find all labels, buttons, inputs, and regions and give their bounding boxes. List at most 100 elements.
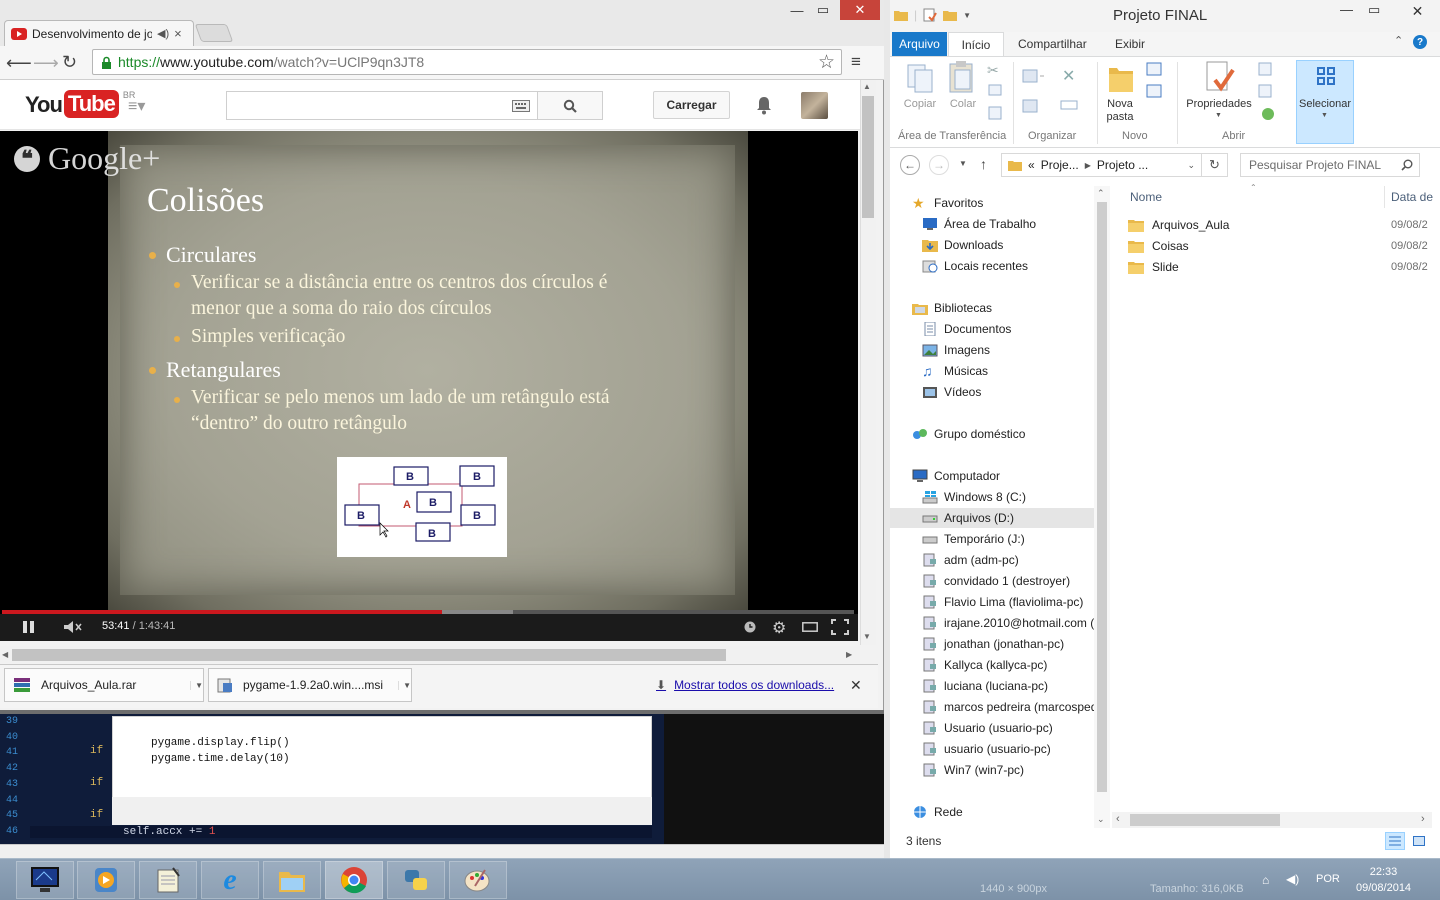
nav-downloads[interactable]: Downloads xyxy=(890,235,1094,255)
pause-icon[interactable] xyxy=(22,620,36,634)
dropdown-arrow-icon[interactable]: ▼ xyxy=(1215,112,1222,119)
avatar[interactable] xyxy=(801,92,828,119)
tab-close-icon[interactable]: × xyxy=(174,26,182,41)
youtube-logo[interactable]: You Tube BR xyxy=(25,90,135,118)
cut-icon[interactable]: ✂ xyxy=(987,62,999,79)
dropdown-arrow-icon[interactable]: ▼ xyxy=(190,680,203,690)
notifications-bell-icon[interactable] xyxy=(755,95,773,115)
dropdown-arrow-icon[interactable]: ▼ xyxy=(398,680,411,690)
maximize-button[interactable]: ▭ xyxy=(1368,2,1380,18)
tab-compartilhar[interactable]: Compartilhar xyxy=(1018,37,1087,51)
back-arrow-icon[interactable]: ⟵ xyxy=(6,53,32,74)
download-item[interactable]: Arquivos_Aula.rar ▼ xyxy=(4,668,204,702)
taskbar-internet-explorer[interactable]: e xyxy=(201,861,259,899)
paste-button[interactable]: Colar xyxy=(946,98,980,111)
move-to-icon[interactable] xyxy=(1022,68,1046,84)
copy-to-icon[interactable] xyxy=(1022,98,1046,114)
new-folder-icon[interactable] xyxy=(943,9,958,21)
nav-network-share[interactable]: Kallyca (kallyca-pc) xyxy=(890,655,1094,675)
ribbon-collapse-icon[interactable]: ⌃ xyxy=(1394,34,1403,47)
dropdown-arrow-icon[interactable]: ▼ xyxy=(1321,112,1328,119)
breadcrumb-overflow[interactable]: « xyxy=(1028,158,1035,172)
chevron-left-icon[interactable]: ‹ xyxy=(1116,813,1120,825)
nav-recent[interactable]: Locais recentes xyxy=(890,256,1094,276)
recent-locations-icon[interactable]: ▼ xyxy=(959,159,967,168)
browser-tab[interactable]: Desenvolvimento de jo ◀) × xyxy=(4,20,194,46)
properties-button[interactable]: Propriedades xyxy=(1182,98,1256,111)
qat-dropdown-icon[interactable]: ▼ xyxy=(963,11,971,20)
search-input[interactable]: Pesquisar Projeto FINAL xyxy=(1240,153,1420,177)
back-button[interactable]: ← xyxy=(900,155,920,175)
chevron-up-icon[interactable]: ⌃ xyxy=(1097,188,1105,199)
network-tray-icon[interactable]: ⌂ xyxy=(1262,873,1269,887)
edit-icon[interactable] xyxy=(1258,84,1278,98)
new-item-icon[interactable] xyxy=(1146,62,1168,78)
guide-menu-icon[interactable]: ≡▾ xyxy=(128,96,145,116)
volume-icon[interactable] xyxy=(63,620,83,634)
theater-mode-icon[interactable] xyxy=(802,622,818,632)
download-item[interactable]: pygame-1.9.2a0.win....msi ▼ xyxy=(208,668,412,702)
copy-path-icon[interactable] xyxy=(988,84,1002,96)
scroll-left-arrow-icon[interactable]: ◀ xyxy=(2,650,8,659)
keyboard-icon[interactable] xyxy=(512,100,530,112)
close-button[interactable]: ✕ xyxy=(1395,0,1440,22)
nav-music[interactable]: ♫ Músicas xyxy=(890,361,1094,381)
nav-favorites[interactable]: ★ Favoritos xyxy=(890,193,1094,213)
nav-homegroup[interactable]: Grupo doméstico xyxy=(890,424,1094,444)
history-icon[interactable] xyxy=(1258,106,1278,122)
nav-libraries[interactable]: Bibliotecas xyxy=(890,298,1094,318)
nav-network-share[interactable]: Flavio Lima (flaviolima-pc) xyxy=(890,592,1094,612)
taskbar-file-explorer[interactable] xyxy=(263,861,321,899)
nav-drive-j[interactable]: Temporário (J:) xyxy=(890,529,1094,549)
chevron-right-icon[interactable]: › xyxy=(1421,813,1425,825)
nav-computer[interactable]: Computador xyxy=(890,466,1094,486)
details-view-icon[interactable] xyxy=(1385,832,1405,850)
watch-later-icon[interactable] xyxy=(744,621,756,633)
tab-exibir[interactable]: Exibir xyxy=(1115,37,1145,51)
breadcrumb[interactable]: Proje... xyxy=(1041,158,1079,172)
close-button[interactable]: ✕ xyxy=(840,0,880,20)
taskbar-python[interactable] xyxy=(387,861,445,899)
current-code-line[interactable]: self.accx += 1 xyxy=(30,826,652,838)
nav-network-share[interactable]: Usuario (usuario-pc) xyxy=(890,718,1094,738)
nav-videos[interactable]: Vídeos xyxy=(890,382,1094,402)
address-bar[interactable]: https://www.youtube.com/watch?v=UClP9qn3… xyxy=(92,49,842,75)
taskbar-media-player[interactable] xyxy=(77,861,135,899)
taskbar-paint[interactable] xyxy=(449,861,507,899)
nav-desktop[interactable]: Área de Trabalho xyxy=(890,214,1094,234)
downloads-close-icon[interactable]: ✕ xyxy=(850,677,862,694)
new-tab-button[interactable] xyxy=(194,24,234,42)
forward-button[interactable]: → xyxy=(929,155,949,175)
large-icons-view-icon[interactable] xyxy=(1409,832,1429,850)
nav-scroll-thumb[interactable] xyxy=(1097,202,1107,792)
easy-access-icon[interactable] xyxy=(1146,84,1168,100)
nav-network-share[interactable]: marcos pedreira (marcosped xyxy=(890,697,1094,717)
nav-drive-c[interactable]: Windows 8 (C:) xyxy=(890,487,1094,507)
show-all-downloads-link[interactable]: ⬇ Mostrar todos os downloads... xyxy=(656,678,834,692)
open-icon[interactable] xyxy=(1258,62,1278,76)
minimize-button[interactable]: — xyxy=(784,0,810,20)
search-button[interactable] xyxy=(537,91,603,120)
list-item[interactable]: Coisas xyxy=(1128,236,1189,256)
breadcrumb[interactable]: Projeto ... xyxy=(1097,158,1148,172)
paste-shortcut-icon[interactable] xyxy=(988,106,1002,120)
chrome-menu-icon[interactable]: ≡ xyxy=(851,52,861,72)
column-divider[interactable] xyxy=(1384,186,1385,208)
nav-drive-d[interactable]: Arquivos (D:) xyxy=(890,508,1094,528)
search-input[interactable] xyxy=(226,91,538,120)
rename-icon[interactable] xyxy=(1060,98,1078,112)
scroll-right-arrow-icon[interactable]: ▶ xyxy=(846,650,852,659)
nav-pictures[interactable]: Imagens xyxy=(890,340,1094,360)
new-folder-button[interactable]: Nova pasta xyxy=(1100,98,1140,124)
list-item[interactable]: Slide xyxy=(1128,257,1179,277)
filelist-scroll-thumb[interactable] xyxy=(1130,814,1280,826)
bookmark-star-icon[interactable]: ☆ xyxy=(818,51,835,74)
chevron-down-icon[interactable]: ⌄ xyxy=(1187,160,1195,171)
column-date[interactable]: Data de xyxy=(1391,190,1440,204)
nav-network-share[interactable]: luciana (luciana-pc) xyxy=(890,676,1094,696)
delete-icon[interactable]: ✕ xyxy=(1062,66,1075,86)
nav-network-share[interactable]: jonathan (jonathan-pc) xyxy=(890,634,1094,654)
up-arrow-icon[interactable]: ↑ xyxy=(980,156,987,172)
forward-arrow-icon[interactable]: ⟶ xyxy=(33,53,59,74)
taskbar-notepad[interactable] xyxy=(139,861,197,899)
